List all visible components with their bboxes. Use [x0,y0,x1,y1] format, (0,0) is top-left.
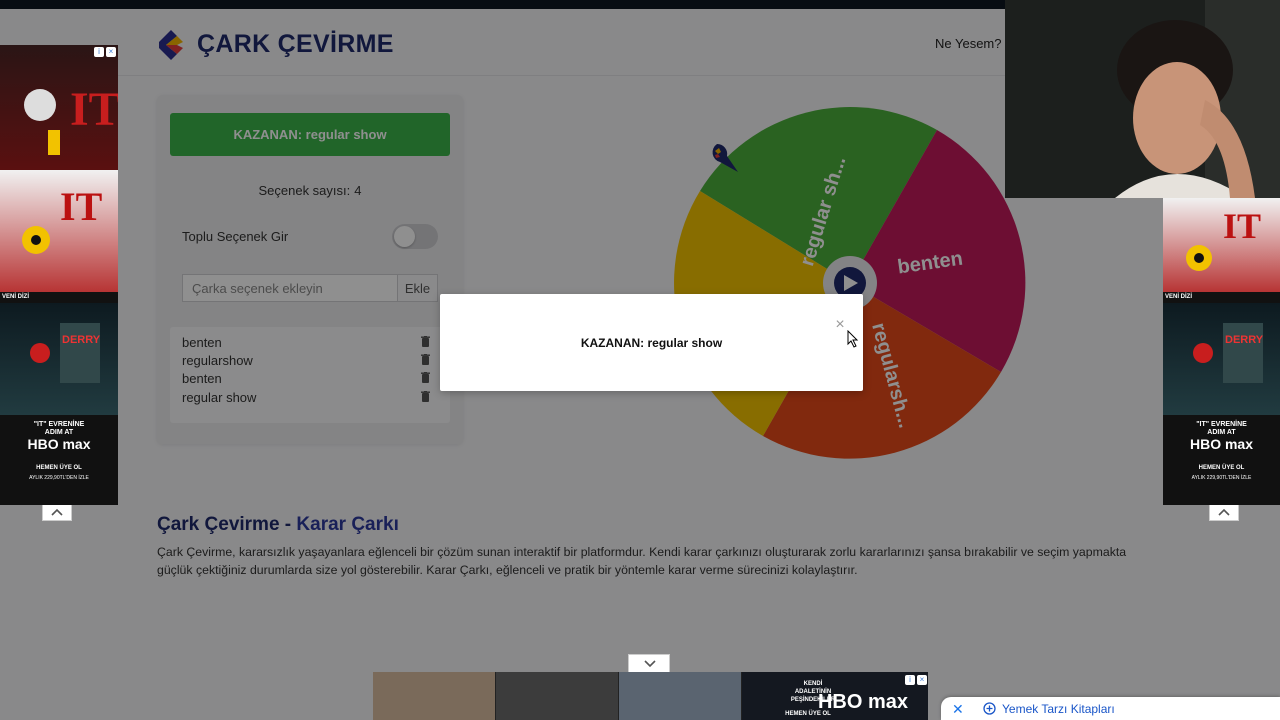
suggestion-link[interactable]: Yemek Tarzı Kitapları [1002,702,1115,716]
bulk-entry-label: Toplu Seçenek Gir [182,229,289,244]
ad-line-2: ADIM AT [44,429,74,436]
list-item: regularshow [182,353,438,371]
add-circle-icon [983,702,996,715]
option-count-label: Seçenek sayısı: [258,183,351,198]
content-heading-accent: Karar Çarkı [296,514,399,535]
ad-line-2: ADIM AT [1207,429,1236,436]
option-count: Seçenek sayısı: 4 [157,183,463,198]
content-heading-main: Çark Çevirme - [157,514,297,535]
options-panel: KAZANAN: regular show Seçenek sayısı: 4 T… [157,95,463,444]
header-divider [118,75,1005,76]
ad-close-icon[interactable]: × [106,47,116,57]
ad-close-icon[interactable]: × [917,675,927,685]
close-icon[interactable]: ✕ [952,701,964,718]
ad-line-1: "IT" EVRENİNE [33,421,85,428]
option-count-value: 4 [354,183,362,198]
ad-poster-art: IT [22,184,103,254]
toggle-knob [394,226,415,247]
winner-modal: KAZANAN: regular show × [440,294,863,391]
content-heading: Çark Çevirme - Karar Çarkı [157,514,399,536]
ad-caption-veni-dizi: VENİ DİZİ [1165,294,1193,300]
bottom-ad-line-1: KENDİ [804,680,823,687]
ad-price: AYLIK 229,90TL'DEN İZLE [1191,475,1252,481]
option-label: regular show [182,390,257,405]
ad-left-collapse-button[interactable] [42,505,72,521]
ad-info-icon[interactable]: i [94,47,104,57]
close-icon[interactable]: × [833,317,847,333]
add-option-button[interactable]: Ekle [397,274,438,302]
list-item: benten [182,335,438,353]
bulk-entry-toggle[interactable] [392,224,438,249]
winner-button[interactable]: KAZANAN: regular show [170,113,450,156]
list-item: benten [182,371,438,389]
chevron-up-icon [51,508,63,516]
ad-poster-art: DERRY [1193,323,1264,383]
webcam-overlay [1005,0,1280,198]
add-option-input[interactable] [182,274,398,302]
ad-poster-art: DERRY [30,323,101,383]
mouse-cursor-icon [847,330,859,348]
ad-poster-it: IT [0,45,118,170]
list-item: regular show [182,390,438,408]
ad-poster-it-two: IT [1163,198,1280,292]
nav-link-ne-yesem[interactable]: Ne Yesem? [935,36,1002,51]
ad-info-icon[interactable]: i [905,675,915,685]
ad-poster-derry: DERRY [1163,303,1280,415]
bottom-ad-banner[interactable]: KENDİ ADALETİNİN PEŞİNDEKİLER HEMEN ÜYE … [373,672,928,720]
svg-text:IT: IT [1223,206,1261,246]
bottom-ad-brand: HBO max [818,691,908,713]
ad-cta[interactable]: HEMEN ÜYE OL [1163,465,1280,471]
suggestion-bar[interactable]: ✕ Yemek Tarzı Kitapları [941,697,1280,720]
options-list: benten regularshow benten regular show [170,327,450,423]
browser-top-bar [0,0,1005,9]
trash-icon[interactable] [421,336,430,347]
trash-icon[interactable] [421,372,430,383]
option-label: benten [182,335,222,350]
ad-price: AYLIK 229,90TL'DEN İZLE [29,475,89,481]
logo-icon[interactable] [157,28,185,62]
chevron-up-icon [1218,508,1230,516]
ad-poster-art: IT [24,83,118,155]
ad-line-1: "IT" EVRENİNE [1196,421,1247,428]
ad-caption-veni-dizi: VENİ DİZİ [2,294,30,300]
wheel-pointer-icon [712,143,738,172]
bottom-ad-collapse-button[interactable] [628,654,670,673]
ad-poster-derry: DERRY [0,303,118,415]
site-title[interactable]: ÇARK ÇEVİRME [197,30,394,59]
ad-right-banner[interactable]: IT VENİ DİZİ DERRY "IT" EVRENİNE ADIM AT… [1163,198,1280,505]
trash-icon[interactable] [421,354,430,365]
option-label: regularshow [182,353,253,368]
option-label: benten [182,371,222,386]
svg-text:IT: IT [70,83,118,136]
modal-winner-text: KAZANAN: regular show [580,336,723,350]
svg-text:DERRY: DERRY [1225,334,1264,346]
chevron-down-icon [644,660,656,668]
ad-right-collapse-button[interactable] [1209,505,1239,521]
ad-poster-it-two: IT [0,170,118,292]
ad-poster-art: IT [1186,206,1261,271]
ad-cta[interactable]: HEMEN ÜYE OL [0,465,118,471]
trash-icon[interactable] [421,391,430,402]
ad-brand: HBO max [1189,436,1254,452]
content-paragraph: Çark Çevirme, kararsızlık yaşayanlara eğ… [157,545,1127,577]
svg-text:DERRY: DERRY [62,334,101,346]
ad-left-banner[interactable]: IT IT VENİ DİZİ DERRY "IT" EVRENİNE ADIM… [0,45,118,505]
bottom-ad-art: KENDİ ADALETİNİN PEŞİNDEKİLER HEMEN ÜYE … [373,672,928,720]
svg-text:IT: IT [60,184,103,229]
webcam-feed [1005,0,1280,198]
ad-brand: HBO max [27,436,91,452]
